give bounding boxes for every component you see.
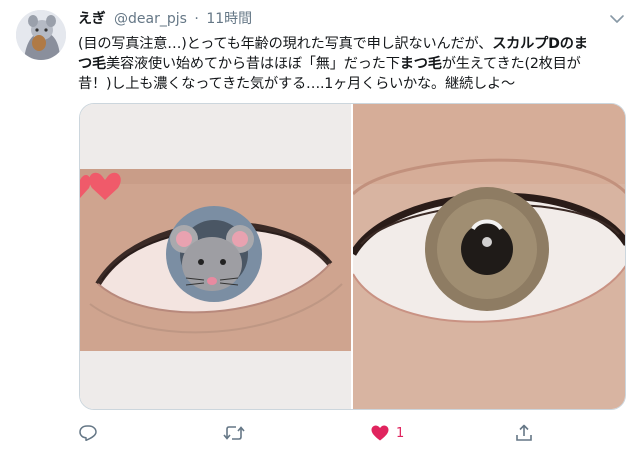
reply-button[interactable] [78,422,98,444]
retweet-button[interactable] [223,422,245,444]
tweet-text-bold: まつ毛 [399,56,442,72]
tweet[interactable]: えぎ @dear_pjs · 11時間 (目の写真注意…)とっても年齢の現れた写… [0,0,640,450]
tweet-text-line-1: (目の写真注意…)とっても年齢の現れた写真で申し訳ないんだが、スカルプDのま [78,34,628,54]
heart-icon [371,425,389,441]
share-button[interactable] [514,422,534,444]
tweet-text: (目の写真注意…)とっても年齢の現れた写真で申し訳ないんだが、スカルプDのま つ… [78,34,628,94]
retweet-icon [223,426,245,440]
like-count: 1 [396,425,405,441]
share-icon [516,424,532,441]
reply-icon [79,425,97,442]
tweet-text-bold: つ毛 [78,56,106,72]
avatar-image [16,10,66,60]
tweet-header: えぎ @dear_pjs · 11時間 [78,8,252,30]
media-grid [79,103,626,410]
caret-down-icon[interactable] [608,10,626,28]
tweet-text-bold: スカルプDのま [492,36,588,52]
photo-1[interactable] [80,104,351,409]
display-name[interactable]: えぎ [78,11,106,27]
user-handle[interactable]: @dear_pjs [114,11,187,27]
separator-dot: · [194,11,199,27]
tweet-text-line-2: つ毛美容液使い始めてから昔はほぼ「無」だった下まつ毛が生えてきた(2枚目が [78,54,628,74]
action-bar: 1 [78,422,628,444]
tweet-text-segment: (目の写真注意…)とっても年齢の現れた写真で申し訳ないんだが、 [78,36,493,52]
tweet-text-segment: が生えてきた(2枚目が [441,56,581,72]
photo-2[interactable] [353,104,625,409]
like-button[interactable]: 1 [370,422,404,444]
avatar[interactable] [16,10,66,60]
tweet-text-segment: 美容液使い始めてから昔はほぼ「無」だった下 [105,56,400,72]
tweet-text-line-3: 昔！)し上も濃くなってきた気がする….1ヶ月くらいかな。継続しよ〜 [78,74,628,94]
timestamp[interactable]: 11時間 [206,11,252,27]
tweet-text-segment: 昔！)し上も濃くなってきた気がする….1ヶ月くらいかな。継続しよ〜 [78,76,515,92]
